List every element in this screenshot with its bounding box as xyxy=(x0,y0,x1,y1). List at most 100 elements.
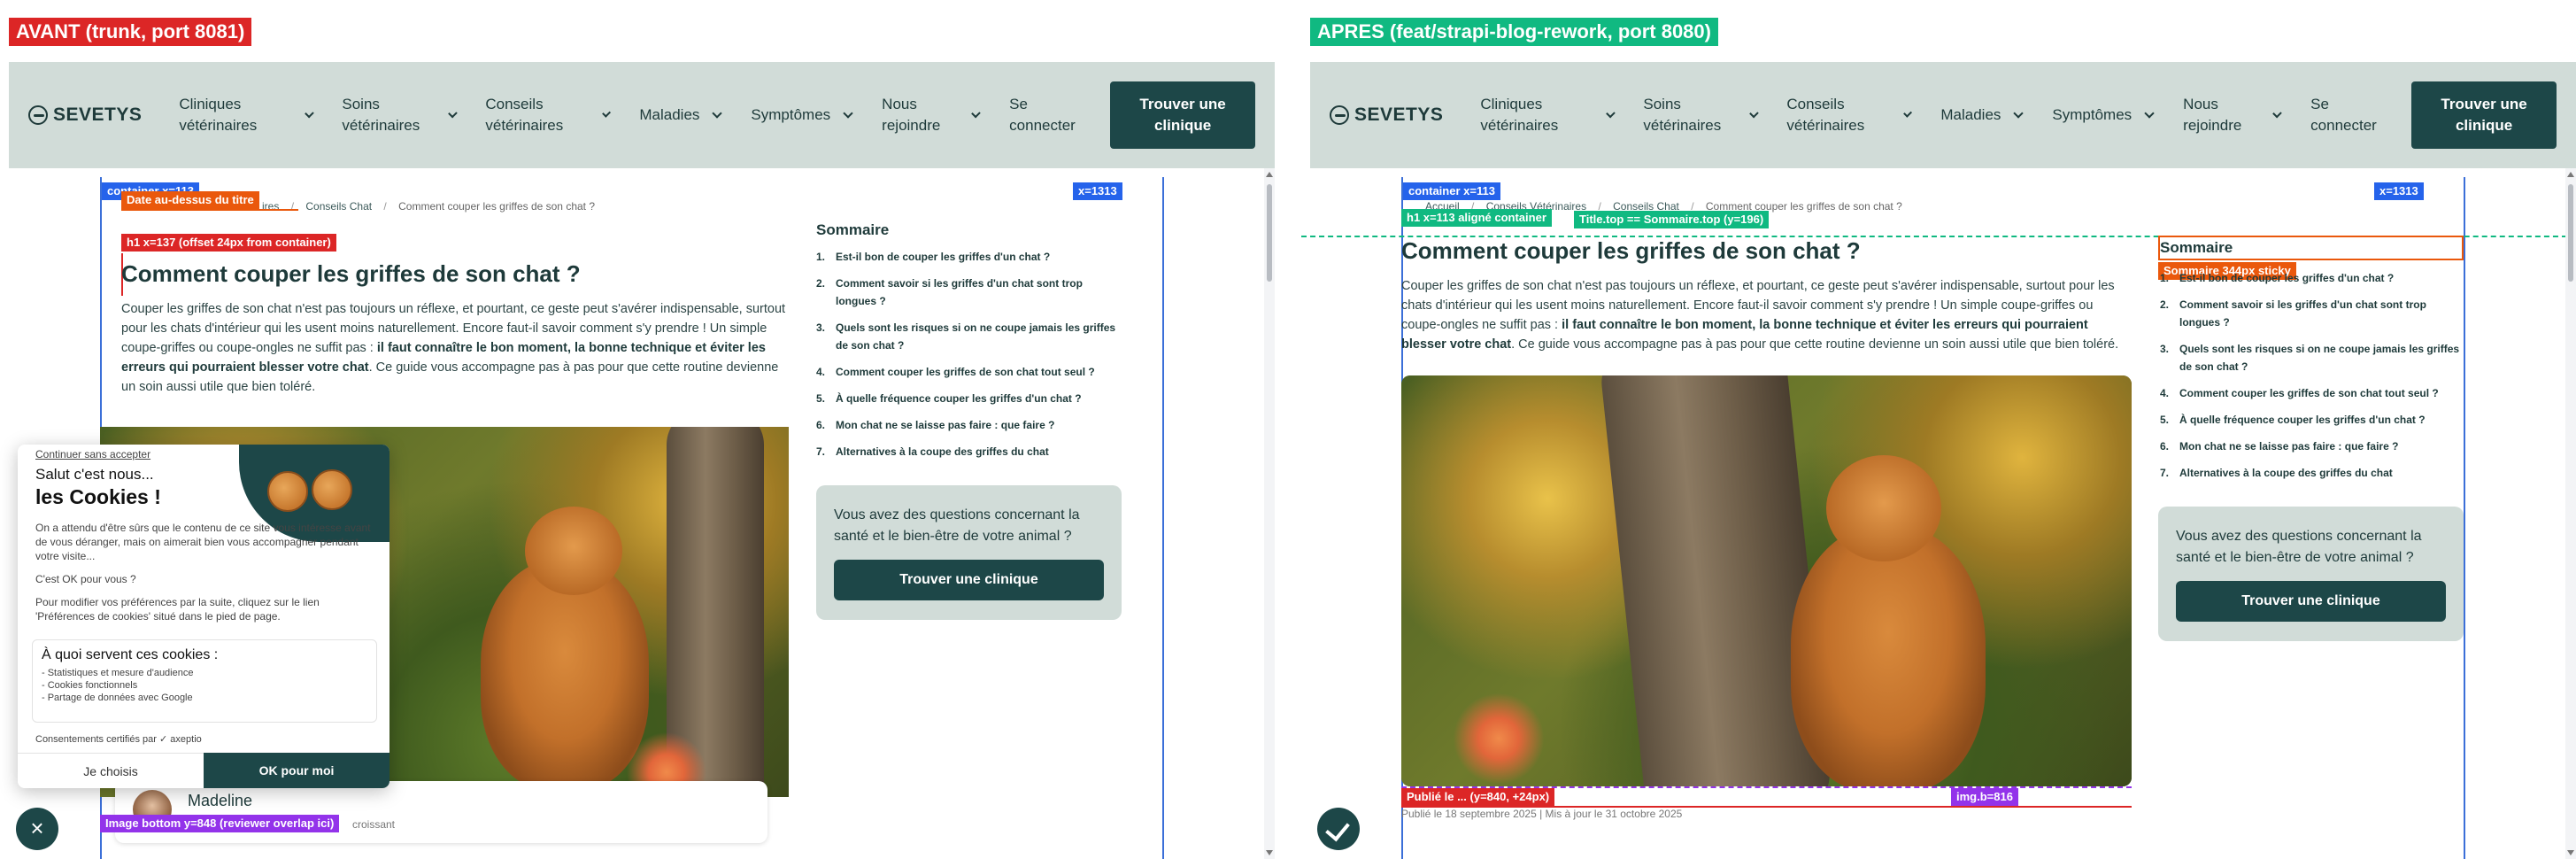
nav-item-maladies[interactable]: Maladies xyxy=(639,104,723,126)
toc-title: Sommaire xyxy=(2160,239,2233,256)
cookie-preferences-text: Pour modifier vos préférences par la sui… xyxy=(35,596,320,623)
main-nav: Cliniques vétérinaires Soins vétérinaire… xyxy=(179,94,1110,136)
question-text: Vous avez des questions concernant la sa… xyxy=(2176,529,2422,565)
annotation-img-bottom: Image bottom y=848 (reviewer overlap ici… xyxy=(100,815,340,832)
nav-item-conseils[interactable]: Conseils vétérinaires xyxy=(1786,94,1913,136)
panel-after: APRES (feat/strapi-blog-rework, port 808… xyxy=(1301,0,2576,859)
toc-item[interactable]: 2. Comment savoir si les griffes d'un cha… xyxy=(816,275,1126,310)
page-title: Comment couper les griffes de son chat ? xyxy=(121,260,581,287)
nav-item-conseils[interactable]: Conseils vétérinaires xyxy=(485,94,612,136)
scrollbar[interactable] xyxy=(1264,168,1275,859)
cookie-question: C'est OK pour vous ? xyxy=(35,573,136,585)
nav-item-symptomes[interactable]: Symptômes xyxy=(2052,104,2155,126)
close-icon[interactable]: × xyxy=(16,808,58,850)
cookie-body: On a attendu d'être sûrs que le contenu … xyxy=(35,522,371,562)
annotation-date: Date au-dessus du titre xyxy=(121,191,259,209)
page-title: Comment couper les griffes de son chat ? xyxy=(1401,237,1861,264)
panel-label-before: AVANT (trunk, port 8081) xyxy=(9,18,252,46)
site-header: SEVETYS Cliniques vétérinaires Soins vét… xyxy=(9,62,1275,168)
panel-before: AVANT (trunk, port 8081) SEVETYS Cliniqu… xyxy=(0,0,1275,859)
hero-image xyxy=(1401,375,2132,786)
hero-image-cat-head xyxy=(1826,455,1941,561)
nav-item-nous-rejoindre[interactable]: Nous rejoindre xyxy=(2183,94,2283,136)
toc-item[interactable]: 4. Comment couper les griffes de son chat… xyxy=(816,363,1126,381)
nav-item-soins[interactable]: Soins vétérinaires xyxy=(342,94,458,136)
nav-label: Cliniques vétérinaires xyxy=(179,96,258,134)
logo-text: SEVETYS xyxy=(1354,104,1444,125)
toc-item[interactable]: 6. Mon chat ne se laisse pas faire : que … xyxy=(2160,437,2465,455)
cookie-accept-button[interactable]: OK pour moi xyxy=(204,753,389,788)
nav-item-soins[interactable]: Soins vétérinaires xyxy=(1643,94,1759,136)
nav-label: Symptômes xyxy=(751,106,831,123)
nav-item-se-connecter[interactable]: Se connecter xyxy=(2310,94,2381,136)
hero-image-cat xyxy=(1791,526,1986,786)
nav-label: Conseils vétérinaires xyxy=(485,96,564,134)
breadcrumb-item[interactable]: Conseils Chat xyxy=(305,200,372,213)
nav-label: Se connecter xyxy=(1009,96,1076,134)
toc-item[interactable]: 3. Quels sont les risques si on ne coupe … xyxy=(2160,340,2465,375)
cookie-certified: Consentements certifiés par ✓ axeptio xyxy=(35,734,202,745)
author-role: croissant xyxy=(352,818,396,831)
nav-label: Nous rejoindre xyxy=(2183,96,2242,134)
logo[interactable]: SEVETYS xyxy=(1330,104,1443,126)
cookie-heading: les Cookies ! xyxy=(35,485,161,508)
toc-item[interactable]: 5. À quelle fréquence couper les griffes … xyxy=(816,390,1126,407)
toc-item[interactable]: 7. Alternatives à la coupe des griffes du… xyxy=(2160,464,2465,482)
annotation-x1313: x=1313 xyxy=(1073,182,1122,200)
nav-label: Nous rejoindre xyxy=(882,96,941,134)
breadcrumb: ires / Conseils Chat / Comment couper le… xyxy=(262,200,604,213)
logo-text: SEVETYS xyxy=(53,104,143,125)
chevron-down-icon xyxy=(602,108,612,119)
logo-icon xyxy=(28,105,48,125)
toc-item[interactable]: 5. À quelle fréquence couper les griffes … xyxy=(2160,411,2465,429)
scroll-thumb[interactable] xyxy=(2568,184,2573,282)
cookie-icon xyxy=(312,469,352,510)
nav-item-se-connecter[interactable]: Se connecter xyxy=(1009,94,1080,136)
find-clinic-button[interactable]: Trouver une clinique xyxy=(1110,81,1255,149)
nav-item-cliniques[interactable]: Cliniques vétérinaires xyxy=(179,94,314,136)
nav-item-nous-rejoindre[interactable]: Nous rejoindre xyxy=(882,94,982,136)
published-date: Publié le 18 septembre 2025 | Mis à jour… xyxy=(1401,808,1683,820)
toc-item[interactable]: 6. Mon chat ne se laisse pas faire : que … xyxy=(816,416,1126,434)
chevron-down-icon xyxy=(712,108,723,119)
scroll-thumb[interactable] xyxy=(1267,184,1272,282)
question-box: Vous avez des questions concernant la sa… xyxy=(2158,507,2464,641)
scrollbar[interactable] xyxy=(2565,168,2576,859)
find-clinic-button[interactable]: Trouver une clinique xyxy=(2411,81,2557,149)
toc-item[interactable]: 4. Comment couper les griffes de son chat… xyxy=(2160,384,2465,402)
cookie-usage-title: À quoi servent ces cookies : xyxy=(42,647,219,662)
annotation-title-top: Title.top == Sommaire.top (y=196) xyxy=(1574,211,1770,228)
nav-item-maladies[interactable]: Maladies xyxy=(1940,104,2025,126)
cookie-settings-icon[interactable] xyxy=(1317,808,1360,850)
cookie-choose-button[interactable]: Je choisis xyxy=(18,753,204,788)
scroll-up-icon[interactable] xyxy=(1266,172,1273,177)
toc-item[interactable]: 1. Est-il bon de couper les griffes d'un … xyxy=(2160,269,2465,287)
annotation-img-b: img.b=816 xyxy=(1951,788,2018,806)
question-find-clinic-button[interactable]: Trouver une clinique xyxy=(2176,581,2446,622)
cookie-usage-item: - Statistiques et mesure d'audience xyxy=(42,668,194,678)
annotation-h1-aligned: h1 x=113 aligné container xyxy=(1401,209,1552,227)
toc-title: Sommaire xyxy=(816,221,890,238)
scroll-down-icon[interactable] xyxy=(2567,850,2574,855)
nav-label: Conseils vétérinaires xyxy=(1786,96,1865,134)
nav-item-cliniques[interactable]: Cliniques vétérinaires xyxy=(1480,94,1616,136)
logo[interactable]: SEVETYS xyxy=(28,104,142,126)
panel-label-after: APRES (feat/strapi-blog-rework, port 808… xyxy=(1310,18,1718,46)
question-find-clinic-button[interactable]: Trouver une clinique xyxy=(834,560,1104,600)
continue-without-accepting-link[interactable]: Continuer sans accepter xyxy=(35,448,150,460)
intro-paragraph: Couper les griffes de son chat n'est pas… xyxy=(1401,276,2132,354)
chevron-down-icon xyxy=(2272,108,2283,119)
chevron-down-icon xyxy=(1605,108,1616,119)
container-right-guide xyxy=(1162,177,1164,859)
annotation-published: Publié le ... (y=840, +24px) xyxy=(1401,788,1555,806)
toc-item[interactable]: 7. Alternatives à la coupe des griffes du… xyxy=(816,443,1126,460)
annotation-h1-offset: h1 x=137 (offset 24px from container) xyxy=(121,234,336,252)
toc-item[interactable]: 1. Est-il bon de couper les griffes d'un … xyxy=(816,248,1126,266)
scroll-up-icon[interactable] xyxy=(2567,172,2574,177)
toc-item[interactable]: 2. Comment savoir si les griffes d'un cha… xyxy=(2160,296,2465,331)
breadcrumb-current: Comment couper les griffes de son chat ? xyxy=(398,200,596,213)
scroll-down-icon[interactable] xyxy=(1266,850,1273,855)
cookie-usage-item: - Cookies fonctionnels xyxy=(42,680,138,691)
nav-item-symptomes[interactable]: Symptômes xyxy=(751,104,853,126)
toc-item[interactable]: 3. Quels sont les risques si on ne coupe … xyxy=(816,319,1126,354)
